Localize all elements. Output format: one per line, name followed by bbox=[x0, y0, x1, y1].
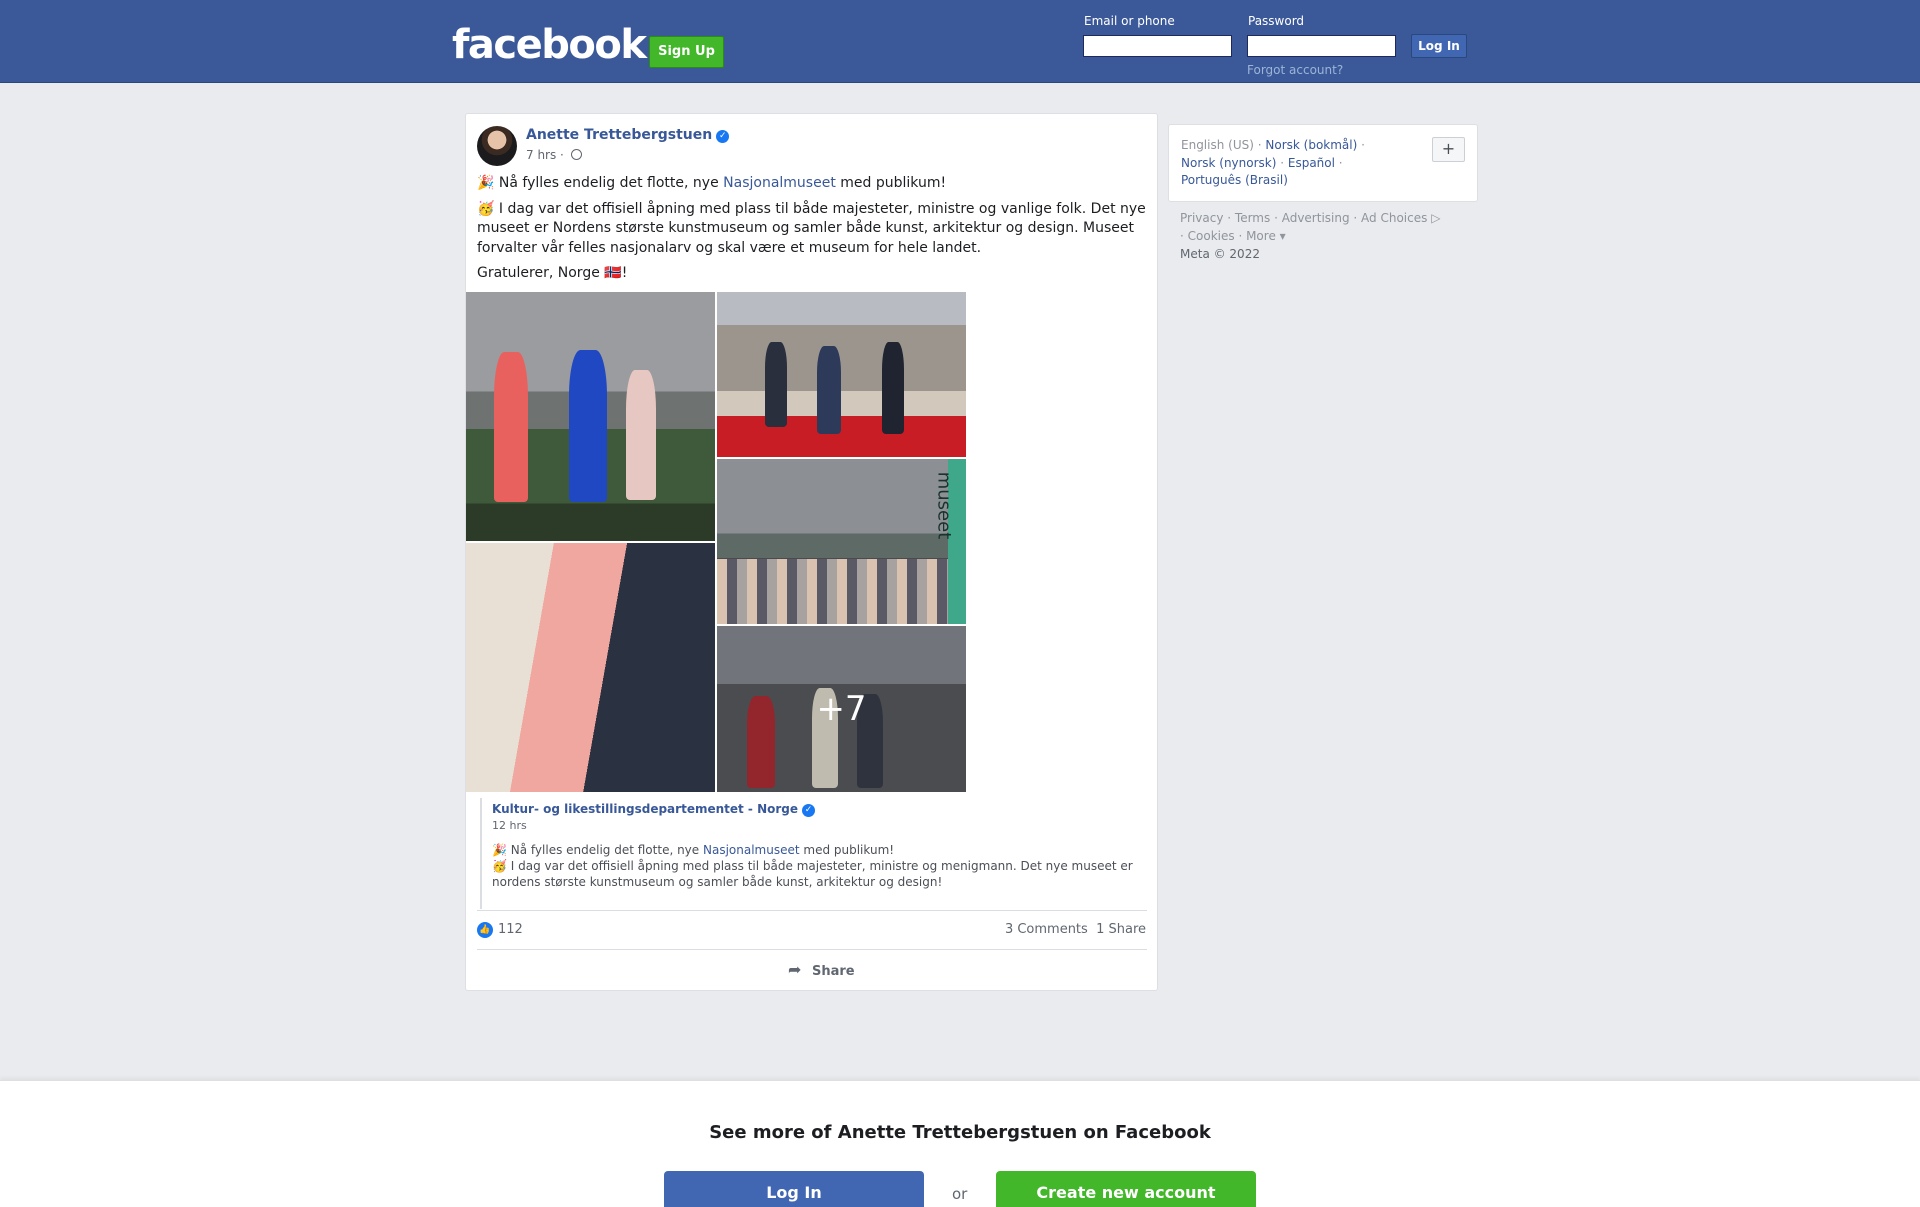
museet-banner-text: museet bbox=[933, 471, 955, 540]
copyright: Meta © 2022 bbox=[1180, 247, 1260, 261]
shared-paragraph-1: 🎉 Nå fylles endelig det flotte, nye Nasj… bbox=[492, 842, 1145, 858]
photo-figure bbox=[817, 346, 841, 434]
post-author-name[interactable]: Anette Trettebergstuen bbox=[526, 127, 712, 143]
language-list: English (US) · Norsk (bokmål) · Norsk (n… bbox=[1181, 138, 1365, 187]
log-in-button[interactable]: Log In bbox=[1411, 34, 1467, 58]
photo-conversation[interactable] bbox=[466, 543, 715, 792]
language-norsk-bokmal[interactable]: Norsk (bokmål) bbox=[1265, 138, 1357, 152]
ad-choices-link[interactable]: Ad Choices bbox=[1361, 211, 1427, 225]
photo-figure bbox=[765, 342, 787, 427]
terms-link[interactable]: Terms bbox=[1235, 211, 1270, 225]
shares-count[interactable]: 1 Share bbox=[1096, 922, 1146, 937]
post-meta: 7 hrs · bbox=[526, 148, 582, 162]
footer-links: Privacy · Terms · Advertising · Ad Choic… bbox=[1180, 211, 1441, 261]
verified-badge-icon: ✓ bbox=[716, 130, 730, 143]
shared-text-span: I dag var det offisiell åpning med plass… bbox=[492, 859, 1133, 889]
ad-choices-icon: ▷ bbox=[1427, 211, 1441, 225]
like-icon: 👍 bbox=[477, 922, 493, 938]
share-button[interactable]: ➦ Share bbox=[788, 960, 855, 979]
shared-post-author[interactable]: Kultur- og likestillingsdepartementet - … bbox=[492, 802, 1145, 817]
privacy-link[interactable]: Privacy bbox=[1180, 211, 1223, 225]
party-face-emoji: 🥳 bbox=[477, 200, 495, 217]
share-arrow-icon: ➦ bbox=[788, 960, 802, 979]
verified-badge-icon: ✓ bbox=[802, 804, 816, 817]
party-popper-emoji: 🎉 bbox=[492, 843, 507, 857]
shared-post-time[interactable]: 12 hrs bbox=[492, 819, 1145, 832]
sign-up-button[interactable]: Sign Up bbox=[649, 36, 724, 68]
forgot-account-link[interactable]: Forgot account? bbox=[1247, 63, 1343, 77]
crowd-shape bbox=[717, 559, 966, 624]
party-face-emoji: 🥳 bbox=[492, 859, 507, 873]
photo-group[interactable]: +7 bbox=[717, 626, 966, 792]
engagement-counts: 3 Comments 1 Share bbox=[1005, 922, 1146, 937]
photo-figure bbox=[494, 352, 528, 502]
chevron-down-icon: ▾ bbox=[1275, 229, 1286, 243]
language-current: English (US) bbox=[1181, 138, 1254, 152]
post-author[interactable]: Anette Trettebergstuen ✓ bbox=[526, 127, 730, 143]
photo-figure bbox=[569, 350, 607, 502]
facebook-logo[interactable]: facebook bbox=[452, 22, 647, 68]
photo-crowd[interactable]: museet bbox=[717, 459, 966, 624]
login-prompt-banner: See more of Anette Trettebergstuen on Fa… bbox=[0, 1080, 1920, 1207]
post-time[interactable]: 7 hrs · bbox=[526, 148, 564, 162]
advertising-link[interactable]: Advertising bbox=[1282, 211, 1350, 225]
nasjonalmuseet-link[interactable]: Nasjonalmuseet bbox=[723, 175, 836, 191]
photo-figure bbox=[882, 342, 904, 434]
photo-red-carpet[interactable] bbox=[717, 292, 966, 457]
globe-icon bbox=[570, 149, 582, 160]
shared-post-text: 🎉 Nå fylles endelig det flotte, nye Nasj… bbox=[492, 842, 1145, 890]
cookies-link[interactable]: Cookies bbox=[1188, 229, 1235, 243]
shared-paragraph-2: 🥳 I dag var det offisiell åpning med pla… bbox=[492, 858, 1145, 890]
shared-text-span: Nå fylles endelig det flotte, nye bbox=[506, 843, 703, 857]
language-selector-box: English (US) · Norsk (bokmål) · Norsk (n… bbox=[1168, 124, 1478, 202]
banner-title: See more of Anette Trettebergstuen on Fa… bbox=[709, 1122, 1211, 1143]
banner-or-text: or bbox=[952, 1185, 968, 1203]
divider bbox=[477, 949, 1147, 950]
password-input[interactable] bbox=[1247, 35, 1396, 57]
email-input[interactable] bbox=[1083, 35, 1232, 57]
language-portugues[interactable]: Português (Brasil) bbox=[1181, 173, 1288, 187]
post-text: 🎉 Nå fylles endelig det flotte, nye Nasj… bbox=[477, 174, 1147, 290]
post-text-span: med publikum! bbox=[835, 175, 947, 191]
post-paragraph-2: 🥳 I dag var det offisiell åpning med pla… bbox=[477, 200, 1147, 259]
photo-ribbon-cutting[interactable] bbox=[466, 292, 715, 541]
nasjonalmuseet-link[interactable]: Nasjonalmuseet bbox=[703, 843, 800, 857]
email-label: Email or phone bbox=[1084, 14, 1175, 28]
post-paragraph-1: 🎉 Nå fylles endelig det flotte, nye Nasj… bbox=[477, 174, 1147, 194]
shared-text-span: med publikum! bbox=[799, 843, 895, 857]
banner-log-in-button[interactable]: Log In bbox=[664, 1171, 924, 1207]
top-navigation-bar: facebook Sign Up Email or phone Password… bbox=[0, 0, 1920, 83]
more-link[interactable]: More bbox=[1246, 229, 1276, 243]
more-languages-button[interactable]: + bbox=[1432, 137, 1465, 162]
language-espanol[interactable]: Español bbox=[1288, 156, 1335, 170]
post-text-span: Nå fylles endelig det flotte, nye bbox=[494, 175, 724, 191]
language-norsk-nynorsk[interactable]: Norsk (nynorsk) bbox=[1181, 156, 1276, 170]
post-paragraph-3: Gratulerer, Norge 🇳🇴! bbox=[477, 265, 628, 281]
more-photos-overlay[interactable]: +7 bbox=[717, 626, 966, 792]
party-popper-emoji: 🎉 bbox=[477, 175, 495, 191]
photo-grid: museet +7 bbox=[466, 292, 966, 792]
post-text-span: I dag var det offisiell åpning med plass… bbox=[477, 200, 1146, 256]
share-label: Share bbox=[812, 964, 855, 979]
shared-post: Kultur- og likestillingsdepartementet - … bbox=[480, 798, 1145, 909]
photo-figure bbox=[626, 370, 656, 500]
divider bbox=[477, 910, 1147, 911]
like-count[interactable]: 112 bbox=[498, 922, 523, 937]
post-card: Anette Trettebergstuen ✓ 7 hrs · 🎉 Nå fyl… bbox=[465, 113, 1158, 991]
comments-count[interactable]: 3 Comments bbox=[1005, 922, 1088, 937]
create-new-account-button[interactable]: Create new account bbox=[996, 1171, 1256, 1207]
author-avatar[interactable] bbox=[477, 126, 517, 166]
shared-post-author-name[interactable]: Kultur- og likestillingsdepartementet - … bbox=[492, 802, 798, 816]
password-label: Password bbox=[1248, 14, 1305, 28]
